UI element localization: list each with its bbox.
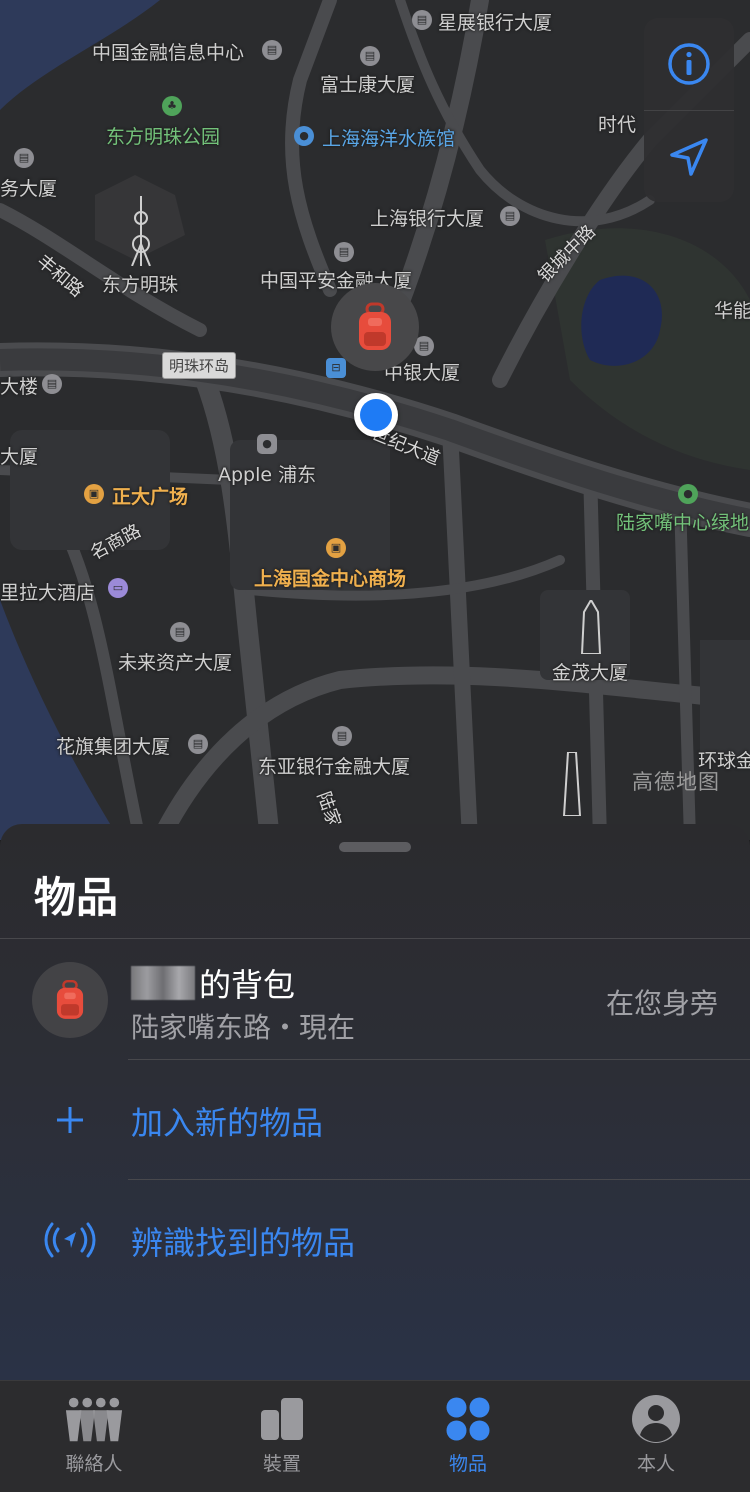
item-location-pin[interactable] [331, 283, 419, 371]
tab-people[interactable]: 聯絡人 [0, 1381, 188, 1492]
map-label[interactable]: 大楼 [0, 372, 38, 399]
divider [0, 938, 750, 939]
bank-icon: ▤ [412, 10, 432, 30]
map-label[interactable]: 上海海洋水族馆 [322, 124, 455, 151]
add-item-label: 加入新的物品 [131, 1104, 324, 1142]
item-title: 的背包 [131, 960, 295, 1006]
add-item-button[interactable]: 加入新的物品 [0, 1060, 750, 1180]
sheet-grabber[interactable] [339, 842, 411, 852]
item-name: 的背包 [199, 966, 296, 1004]
location-button[interactable] [644, 110, 734, 202]
map-label[interactable]: 上海国金中心商场 [254, 564, 406, 591]
building-icon: ▤ [360, 46, 380, 66]
location-arrow-icon [670, 137, 708, 176]
tab-label: 聯絡人 [65, 1453, 123, 1475]
apple-store-icon: ● [257, 434, 277, 454]
items-sheet: 物品 的背包 陆家嘴东路・現在 在您身旁 加入新的物品 辨識找到的物品 [0, 824, 750, 1380]
backpack-icon [359, 302, 391, 350]
items-icon [438, 1393, 498, 1445]
aquarium-icon: ● [294, 126, 314, 146]
devices-icon [252, 1393, 312, 1445]
item-location: 陆家嘴东路・現在 [131, 1011, 356, 1044]
map-label[interactable]: 陆家嘴中心绿地 [616, 508, 749, 535]
map-label[interactable]: 华能 [714, 296, 750, 323]
map-label[interactable]: Apple 浦东 [218, 460, 316, 487]
map-view[interactable]: ▤ 星展银行大厦 中国金融信息中心 ▤ ▤ 富士康大厦 ♣ 东方明珠公园 ● 上… [0, 0, 750, 840]
tab-me[interactable]: 本人 [562, 1381, 750, 1492]
broadcast-icon [38, 1218, 102, 1262]
identify-item-button[interactable]: 辨識找到的物品 [0, 1180, 750, 1300]
map-label[interactable]: 星展银行大厦 [438, 8, 552, 35]
identify-item-label: 辨識找到的物品 [131, 1224, 356, 1262]
metro-icon: ⊟ [326, 358, 346, 378]
item-row-backpack[interactable]: 的背包 陆家嘴东路・現在 在您身旁 [0, 940, 750, 1060]
map-label[interactable]: 务大厦 [0, 174, 57, 201]
building-icon: ▤ [42, 374, 62, 394]
building-icon: ▤ [14, 148, 34, 168]
bank-icon: ▤ [500, 206, 520, 226]
user-location-dot [354, 393, 398, 437]
map-watermark: 高德地图 [632, 770, 720, 794]
plus-icon [38, 1098, 102, 1142]
map-label[interactable]: 里拉大酒店 [0, 578, 95, 605]
map-label[interactable]: 东亚银行金融大厦 [258, 752, 410, 779]
map-label[interactable]: 时代 [598, 110, 636, 137]
map-label[interactable]: 未来资产大厦 [118, 648, 232, 675]
map-label[interactable]: 花旗集团大厦 [56, 732, 170, 759]
map-controls [644, 18, 734, 202]
map-label[interactable]: 富士康大厦 [320, 70, 415, 97]
map-label[interactable]: 上海银行大厦 [370, 204, 484, 231]
park-icon: ♣ [162, 96, 182, 116]
tab-items[interactable]: 物品 [374, 1381, 562, 1492]
tab-label: 物品 [448, 1453, 487, 1475]
hotel-icon: ▭ [108, 578, 128, 598]
tab-bar: 聯絡人 裝置 物品 本人 [0, 1380, 750, 1492]
item-avatar [32, 962, 108, 1038]
map-label[interactable]: 东方明珠 [102, 270, 178, 297]
map-label[interactable]: 中国金融信息中心 [92, 38, 244, 65]
tower-icon [131, 196, 151, 266]
map-label[interactable]: 金茂大厦 [552, 658, 628, 685]
park-icon: ● [678, 484, 698, 504]
bank-icon: ▤ [332, 726, 352, 746]
people-icon [64, 1393, 124, 1445]
tab-devices[interactable]: 裝置 [188, 1381, 376, 1492]
tower-icon [562, 752, 582, 816]
map-label[interactable]: 大厦 [0, 442, 38, 469]
mall-icon: ▣ [84, 484, 104, 504]
backpack-icon [56, 979, 84, 1019]
map-label[interactable]: 东方明珠公园 [106, 122, 220, 149]
skyscraper-icon [580, 600, 602, 654]
sheet-title: 物品 [34, 873, 119, 922]
item-status: 在您身旁 [605, 987, 718, 1020]
map-label[interactable]: 正大广场 [112, 482, 188, 509]
tab-label: 本人 [636, 1453, 675, 1475]
station-badge[interactable]: 明珠环岛 [162, 352, 237, 379]
bank-icon: ▤ [262, 40, 282, 60]
bank-icon: ▤ [334, 242, 354, 262]
info-icon [668, 43, 710, 85]
bank-icon: ▤ [188, 734, 208, 754]
tab-label: 裝置 [262, 1453, 301, 1475]
building-icon: ▤ [170, 622, 190, 642]
mall-icon: ▣ [326, 538, 346, 558]
person-circle-icon [626, 1393, 686, 1445]
info-button[interactable] [644, 18, 734, 110]
redacted-owner-name [131, 966, 195, 1000]
